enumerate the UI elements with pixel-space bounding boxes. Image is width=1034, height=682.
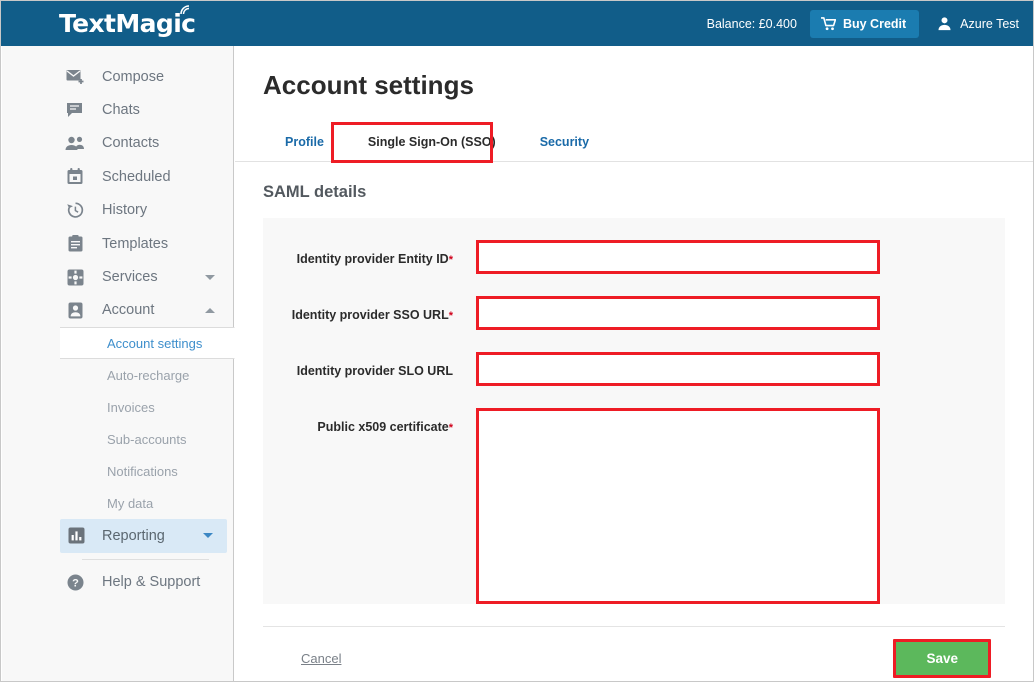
saml-form-panel: Identity provider Entity ID* Identity pr…: [263, 218, 1005, 604]
sidebar-item-label: History: [102, 202, 147, 218]
services-icon: [65, 267, 85, 287]
sidebar-item-label: Account: [102, 302, 154, 318]
cancel-button[interactable]: Cancel: [301, 651, 341, 666]
svg-text:?: ?: [72, 577, 79, 589]
slo-url-input[interactable]: [476, 352, 880, 386]
tab-profile[interactable]: Profile: [263, 123, 346, 161]
user-name-label: Azure Test: [960, 17, 1019, 31]
buy-credit-button[interactable]: Buy Credit: [810, 10, 919, 38]
submenu-item-label: My data: [107, 496, 153, 511]
form-row-slo-url: Identity provider SLO URL: [263, 352, 1005, 386]
submenu-item-label: Notifications: [107, 464, 178, 479]
tab-bar: Profile Single Sign-On (SSO) Security: [235, 123, 1033, 162]
submenu-item-invoices[interactable]: Invoices: [2, 391, 233, 423]
submenu-item-auto-recharge[interactable]: Auto-recharge: [2, 359, 233, 391]
chevron-down-icon[interactable]: [203, 533, 213, 538]
slo-url-field-wrap: [476, 352, 880, 386]
x509-certificate-label: Public x509 certificate*: [263, 408, 453, 435]
sidebar-item-account[interactable]: Account: [2, 294, 233, 327]
entity-id-label: Identity provider Entity ID*: [263, 240, 453, 267]
form-row-entity-id: Identity provider Entity ID*: [263, 240, 1005, 274]
slo-url-label: Identity provider SLO URL: [263, 352, 453, 379]
form-row-x509-certificate: Public x509 certificate*: [263, 408, 1005, 604]
sso-url-label: Identity provider SSO URL*: [263, 296, 453, 323]
tab-security[interactable]: Security: [518, 123, 611, 161]
section-title: SAML details: [263, 183, 1033, 202]
submenu-item-account-settings[interactable]: Account settings: [60, 327, 235, 359]
textmagic-logo[interactable]: TextMagic: [59, 11, 195, 36]
entity-id-field-wrap: [476, 240, 880, 274]
sidebar-item-chats[interactable]: Chats: [2, 93, 233, 126]
sidebar-item-label: Compose: [102, 69, 164, 85]
label-text: Identity provider SLO URL: [297, 364, 453, 378]
tab-single-sign-on[interactable]: Single Sign-On (SSO): [346, 123, 518, 161]
buy-credit-label: Buy Credit: [843, 17, 906, 31]
chat-icon: [65, 100, 85, 120]
sidebar-item-label: Reporting: [102, 528, 165, 544]
sso-url-field-wrap: [476, 296, 880, 330]
form-footer: Cancel Save: [263, 627, 1005, 682]
account-submenu: Account settings Auto-recharge Invoices …: [2, 327, 233, 519]
app-window: TextMagic Balance: £0.400 Buy Credit: [0, 0, 1034, 682]
top-header: TextMagic Balance: £0.400 Buy Credit: [1, 1, 1033, 46]
contacts-icon: [65, 133, 85, 153]
save-button[interactable]: Save: [893, 639, 991, 678]
submenu-item-notifications[interactable]: Notifications: [2, 455, 233, 487]
logo-text: TextMagic: [59, 9, 195, 38]
person-icon: [937, 16, 952, 31]
sidebar-item-help-support[interactable]: ? Help & Support: [2, 566, 233, 599]
sidebar-item-compose[interactable]: Compose: [2, 60, 233, 93]
sidebar-item-contacts[interactable]: Contacts: [2, 127, 233, 160]
bar-chart-icon: [66, 526, 86, 546]
sidebar-item-history[interactable]: History: [2, 194, 233, 227]
submenu-item-label: Sub-accounts: [107, 432, 187, 447]
label-text: Identity provider Entity ID: [297, 252, 449, 266]
entity-id-input[interactable]: [476, 240, 880, 274]
sidebar-item-templates[interactable]: Templates: [2, 227, 233, 260]
sidebar-item-label: Scheduled: [102, 169, 171, 185]
question-circle-icon: ?: [65, 572, 85, 592]
sidebar-item-reporting[interactable]: Reporting: [60, 519, 227, 552]
balance-label: Balance: £0.400: [707, 17, 797, 31]
submenu-item-sub-accounts[interactable]: Sub-accounts: [2, 423, 233, 455]
sidebar-item-label: Chats: [102, 102, 140, 118]
header-right-group: Balance: £0.400 Buy Credit Azure Test: [707, 10, 1019, 38]
x509-certificate-textarea[interactable]: [476, 408, 880, 604]
sso-url-input[interactable]: [476, 296, 880, 330]
history-icon: [65, 200, 85, 220]
required-asterisk: *: [449, 310, 453, 322]
cart-icon: [821, 17, 836, 31]
label-text: Identity provider SSO URL: [292, 308, 449, 322]
main-content: Account settings Profile Single Sign-On …: [235, 46, 1033, 682]
sidebar-item-services[interactable]: Services: [2, 260, 233, 293]
sidebar: Compose Chats Contacts: [2, 46, 234, 682]
submenu-item-label: Invoices: [107, 400, 155, 415]
page-title: Account settings: [263, 70, 1033, 101]
user-menu[interactable]: Azure Test: [937, 16, 1019, 31]
x509-field-wrap: [476, 408, 880, 604]
sidebar-item-scheduled[interactable]: Scheduled: [2, 160, 233, 193]
sidebar-item-label: Templates: [102, 236, 168, 252]
sidebar-item-label: Contacts: [102, 135, 159, 151]
sidebar-item-label: Help & Support: [102, 574, 200, 590]
sidebar-item-label: Services: [102, 269, 158, 285]
chevron-down-icon[interactable]: [205, 275, 215, 280]
submenu-item-label: Auto-recharge: [107, 368, 189, 383]
required-asterisk: *: [449, 422, 453, 434]
clipboard-icon: [65, 234, 85, 254]
label-text: Public x509 certificate: [317, 420, 448, 434]
form-row-sso-url: Identity provider SSO URL*: [263, 296, 1005, 330]
sidebar-divider: [82, 559, 209, 560]
submenu-item-my-data[interactable]: My data: [2, 487, 233, 519]
chevron-up-icon[interactable]: [205, 308, 215, 313]
calendar-icon: [65, 167, 85, 187]
required-asterisk: *: [449, 254, 453, 266]
account-icon: [65, 300, 85, 320]
compose-icon: [65, 67, 85, 87]
signal-arc-icon: [179, 4, 191, 16]
submenu-item-label: Account settings: [107, 336, 202, 351]
